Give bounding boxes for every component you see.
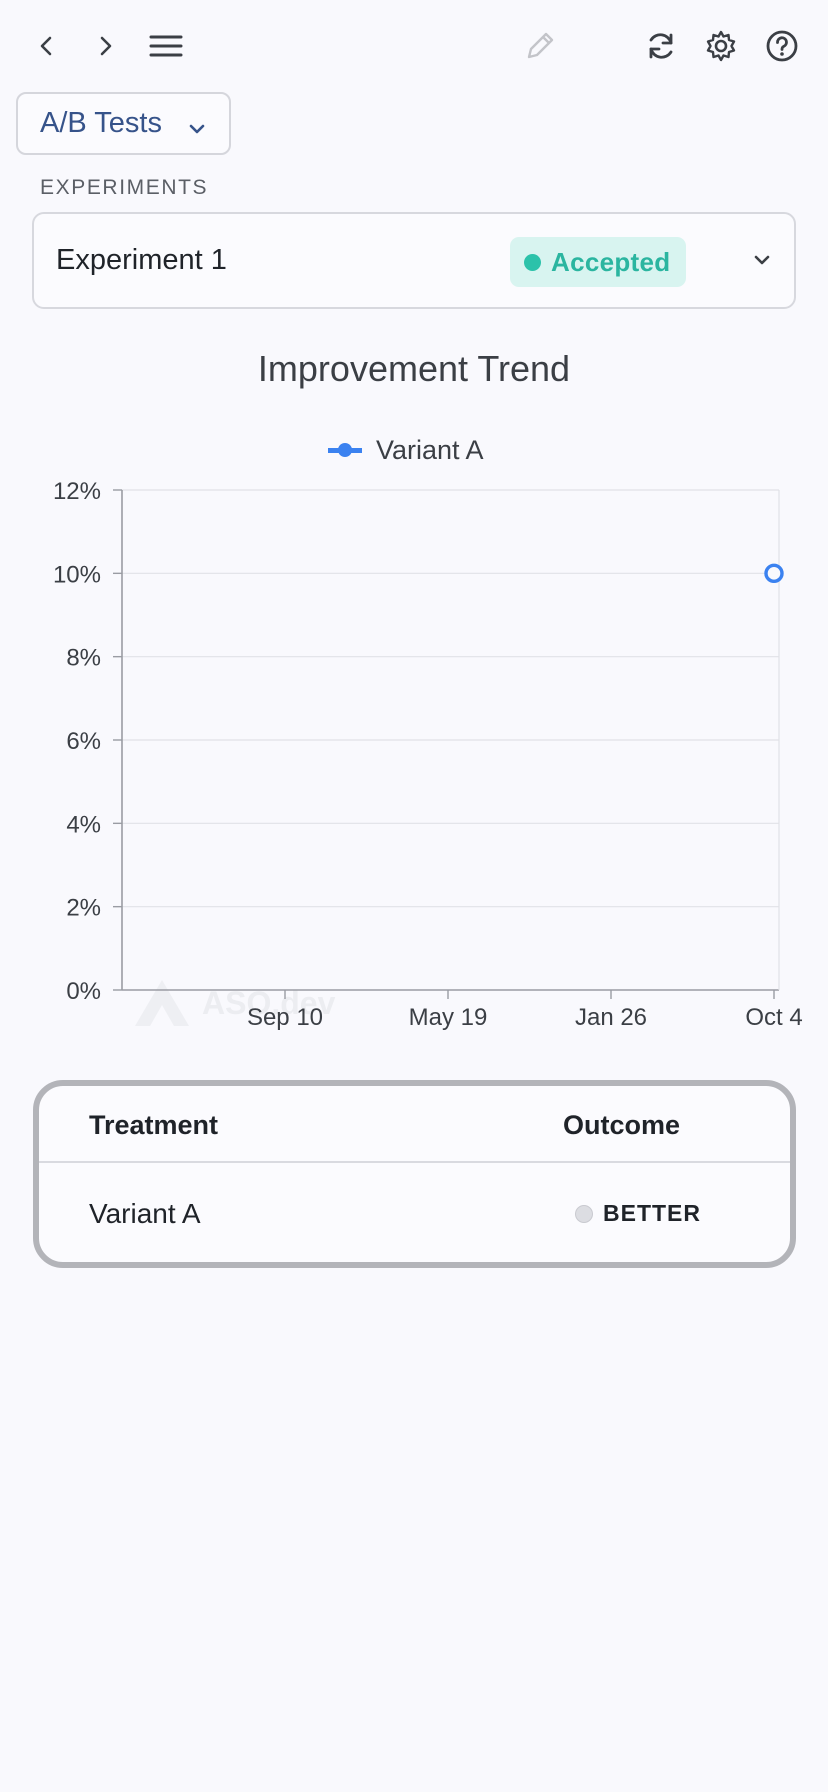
results-table: Treatment Outcome Variant A BETTER — [33, 1080, 796, 1268]
outcome-cell: BETTER — [575, 1200, 701, 1227]
legend-label: Variant A — [376, 434, 484, 465]
experiment-select[interactable]: Experiment 1 Accepted — [32, 212, 796, 309]
chart-points — [764, 563, 784, 584]
x-tick-label: Jan 26 — [575, 1004, 647, 1031]
gear-icon[interactable] — [701, 26, 741, 66]
hamburger-menu-icon[interactable] — [146, 26, 186, 66]
legend-swatch — [328, 432, 362, 468]
improvement-trend-chart: ASO.dev 0%2%4%6%8%10%12% Sep 10 May 19 Jan… — [53, 478, 803, 1031]
table-header: Treatment Outcome — [39, 1086, 790, 1163]
data-point[interactable] — [764, 563, 784, 584]
x-tick-label: Sep 10 — [247, 1004, 323, 1031]
y-tick-label: 0% — [66, 978, 101, 1005]
outcome-label: BETTER — [603, 1200, 701, 1226]
status-badge: Accepted — [510, 237, 686, 287]
refresh-icon[interactable] — [641, 26, 681, 66]
chart-title: Improvement Trend — [257, 348, 571, 389]
status-dot — [524, 253, 541, 271]
column-header-treatment: Treatment — [89, 1110, 219, 1140]
chevron-left-icon[interactable] — [27, 26, 67, 66]
y-tick-label: 6% — [66, 728, 101, 755]
top-toolbar — [0, 0, 828, 90]
section-select[interactable]: A/B Tests — [16, 92, 231, 155]
x-tick-label: May 19 — [409, 1004, 488, 1031]
chevron-down-icon — [187, 114, 207, 147]
y-axis: 0% 2% 4% 6% 8% 10% 12% — [53, 478, 122, 1005]
x-tick-label: Oct 4 — [745, 1004, 802, 1031]
column-header-outcome: Outcome — [563, 1110, 681, 1140]
chevron-right-icon[interactable] — [85, 26, 125, 66]
outcome-dot — [575, 1204, 593, 1223]
experiment-name: Experiment 1 — [56, 244, 227, 276]
y-tick-label: 8% — [66, 645, 101, 672]
y-tick-label: 4% — [66, 811, 101, 838]
y-tick-label: 12% — [53, 478, 101, 505]
status-label: Accepted — [551, 246, 671, 277]
y-tick-label: 10% — [53, 561, 101, 588]
chart-grid — [121, 489, 780, 991]
help-circle-icon[interactable] — [762, 26, 802, 66]
app-screen: A/B Tests EXPERIMENTS Experiment 1 Accep… — [0, 0, 828, 1792]
chevron-down-icon[interactable] — [752, 250, 772, 275]
section-select-label: A/B Tests — [40, 107, 162, 139]
treatment-cell: Variant A — [89, 1198, 201, 1229]
pencil-icon[interactable] — [520, 26, 560, 66]
chart-legend[interactable]: Variant A — [328, 432, 484, 468]
experiments-heading: EXPERIMENTS — [40, 176, 209, 199]
y-tick-label: 2% — [66, 895, 101, 922]
